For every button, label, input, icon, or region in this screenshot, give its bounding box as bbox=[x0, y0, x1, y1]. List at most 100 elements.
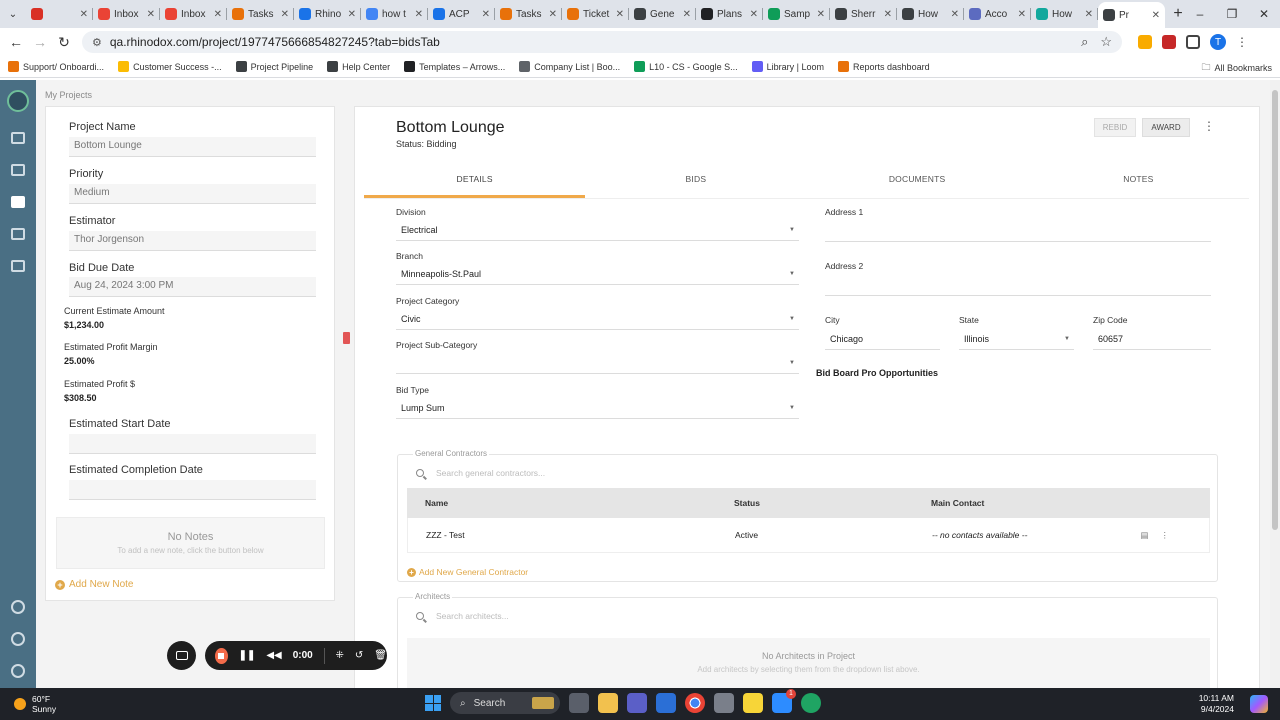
close-tab-icon[interactable]: ✕ bbox=[549, 9, 557, 20]
estimator-field[interactable]: Thor Jorgenson bbox=[69, 231, 316, 251]
close-tab-icon[interactable]: ✕ bbox=[951, 9, 959, 20]
close-tab-icon[interactable]: ✕ bbox=[817, 9, 825, 20]
gc-name[interactable]: ZZZ - Test bbox=[408, 530, 735, 540]
copilot-icon[interactable] bbox=[1250, 695, 1268, 713]
scrollbar-thumb[interactable] bbox=[1272, 90, 1278, 530]
browser-tab[interactable]: Tasks ✕ bbox=[495, 0, 562, 28]
companies-icon[interactable] bbox=[11, 260, 25, 272]
windows-start-icon[interactable] bbox=[425, 695, 441, 711]
browser-tab[interactable]: ACP ✕ bbox=[428, 0, 495, 28]
bid-due-field[interactable]: Aug 24, 2024 3:00 PM bbox=[69, 277, 316, 297]
browser-tab[interactable]: How ✕ bbox=[897, 0, 964, 28]
forward-icon[interactable]: → bbox=[28, 34, 52, 50]
list-icon[interactable] bbox=[11, 164, 25, 176]
zoom-app-icon[interactable]: 1 bbox=[772, 689, 796, 713]
browser-tab[interactable]: ✕ bbox=[26, 0, 93, 28]
rewind-icon[interactable]: ◀◀ bbox=[266, 650, 281, 661]
close-window-icon[interactable]: ✕ bbox=[1248, 0, 1280, 28]
add-general-contractor-button[interactable]: + Add New General Contractor bbox=[407, 567, 528, 577]
tab-details[interactable]: DETAILS bbox=[364, 167, 586, 198]
extensions-puzzle-icon[interactable] bbox=[1186, 35, 1200, 49]
close-tab-icon[interactable]: ✕ bbox=[482, 9, 490, 20]
collapse-panel-handle[interactable] bbox=[343, 332, 350, 344]
browser-tab[interactable]: Acco ✕ bbox=[964, 0, 1031, 28]
division-select[interactable]: Electrical ▼ bbox=[396, 221, 799, 241]
bid-type-select[interactable]: Lump Sum ▼ bbox=[396, 399, 799, 419]
file-explorer-icon[interactable] bbox=[598, 693, 618, 713]
contact-card-icon[interactable]: ▤ bbox=[1140, 530, 1148, 541]
restart-icon[interactable]: ↺ bbox=[355, 650, 363, 661]
reload-icon[interactable]: ↻ bbox=[52, 34, 76, 51]
bookmark-item[interactable]: L10 - CS - Google S... bbox=[634, 61, 738, 72]
dashboard-icon[interactable] bbox=[11, 132, 25, 144]
table-row[interactable]: ZZZ - Test Active -- no contacts availab… bbox=[407, 518, 1210, 553]
extension-icon[interactable] bbox=[1162, 35, 1176, 49]
profile-avatar[interactable]: T bbox=[1210, 34, 1226, 50]
minimize-icon[interactable]: – bbox=[1184, 0, 1216, 28]
system-clock[interactable]: 10:11 AM 9/4/2024 bbox=[1199, 693, 1234, 715]
bookmark-item[interactable]: Company List | Boo... bbox=[519, 61, 620, 72]
gc-search-input[interactable]: Search general contractors... bbox=[408, 463, 1209, 483]
start-date-field[interactable] bbox=[69, 434, 316, 454]
close-tab-icon[interactable]: ✕ bbox=[750, 9, 758, 20]
branch-select[interactable]: Minneapolis-St.Paul ▼ bbox=[396, 265, 799, 285]
bookmark-item[interactable]: Project Pipeline bbox=[235, 61, 313, 72]
tab-documents[interactable]: DOCUMENTS bbox=[807, 167, 1028, 198]
add-note-button[interactable]: + Add New Note bbox=[55, 579, 133, 590]
camera-toggle-button[interactable] bbox=[167, 641, 196, 670]
help-icon[interactable] bbox=[11, 600, 25, 614]
browser-tab[interactable]: how t ✕ bbox=[361, 0, 428, 28]
taskbar-search[interactable]: ⌕ Search bbox=[450, 692, 560, 714]
browser-tab[interactable]: Gene ✕ bbox=[629, 0, 696, 28]
category-select[interactable]: Civic ▼ bbox=[396, 310, 799, 330]
grid-icon[interactable]: ⁜ bbox=[336, 650, 344, 661]
tab-notes[interactable]: NOTES bbox=[1028, 167, 1249, 198]
pause-icon[interactable]: ❚❚ bbox=[239, 650, 256, 661]
store-icon[interactable] bbox=[656, 693, 676, 713]
page-scrollbar[interactable] bbox=[1270, 80, 1280, 688]
app-icon[interactable] bbox=[801, 693, 821, 713]
bookmark-item[interactable]: Reports dashboard bbox=[838, 61, 930, 72]
project-name-field[interactable]: Bottom Lounge bbox=[69, 137, 316, 157]
browser-tab[interactable]: Ticket ✕ bbox=[562, 0, 629, 28]
trash-icon[interactable]: 🗑 bbox=[374, 650, 387, 661]
close-tab-icon[interactable]: ✕ bbox=[80, 9, 88, 20]
close-tab-icon[interactable]: ✕ bbox=[1085, 9, 1093, 20]
browser-tab[interactable]: Inbox ✕ bbox=[93, 0, 160, 28]
weather-widget[interactable]: 60°F Sunny bbox=[14, 694, 56, 714]
bookmark-item[interactable]: Customer Success -... bbox=[118, 61, 222, 72]
zip-input[interactable]: 60657 bbox=[1093, 330, 1211, 350]
settings-icon[interactable] bbox=[11, 632, 25, 646]
close-tab-icon[interactable]: ✕ bbox=[147, 9, 155, 20]
sticky-notes-icon[interactable] bbox=[743, 693, 763, 713]
rhinodox-logo[interactable] bbox=[7, 90, 29, 112]
browser-tab[interactable]: Rhino ✕ bbox=[294, 0, 361, 28]
browser-tab[interactable]: Plans ✕ bbox=[696, 0, 763, 28]
more-options-icon[interactable]: ⋮ bbox=[1203, 120, 1215, 132]
site-info-icon[interactable]: ⚙ bbox=[92, 36, 102, 49]
back-icon[interactable]: ← bbox=[4, 34, 28, 50]
projects-icon[interactable] bbox=[11, 196, 25, 208]
user-icon[interactable] bbox=[11, 664, 25, 678]
zoom-icon[interactable]: ⌕ bbox=[1081, 34, 1088, 50]
priority-field[interactable]: Medium bbox=[69, 184, 316, 204]
task-view-icon[interactable] bbox=[569, 693, 589, 713]
bookmark-item[interactable]: Help Center bbox=[327, 61, 390, 72]
browser-tab[interactable]: Samp ✕ bbox=[763, 0, 830, 28]
close-tab-icon[interactable]: ✕ bbox=[348, 9, 356, 20]
browser-tab[interactable]: How ✕ bbox=[1031, 0, 1098, 28]
bookmark-item[interactable]: Templates – Arrows... bbox=[404, 61, 505, 72]
tab-bids[interactable]: BIDS bbox=[585, 167, 806, 198]
close-tab-icon[interactable]: ✕ bbox=[683, 9, 691, 20]
all-bookmarks[interactable]: 🗀 All Bookmarks bbox=[1201, 60, 1272, 76]
browser-tab[interactable]: Pr ✕ bbox=[1098, 2, 1165, 28]
chrome-icon[interactable] bbox=[685, 693, 705, 713]
extension-icon[interactable] bbox=[1138, 35, 1152, 49]
bookmark-item[interactable]: Library | Loom bbox=[751, 61, 824, 72]
contacts-icon[interactable] bbox=[11, 228, 25, 240]
chrome-menu-icon[interactable]: ⋮ bbox=[1236, 35, 1248, 49]
breadcrumb[interactable]: My Projects bbox=[45, 90, 92, 100]
close-tab-icon[interactable]: ✕ bbox=[1018, 9, 1026, 20]
bookmark-item[interactable]: Support/ Onboardi... bbox=[8, 61, 104, 72]
row-menu-icon[interactable]: ⋮ bbox=[1161, 530, 1170, 541]
